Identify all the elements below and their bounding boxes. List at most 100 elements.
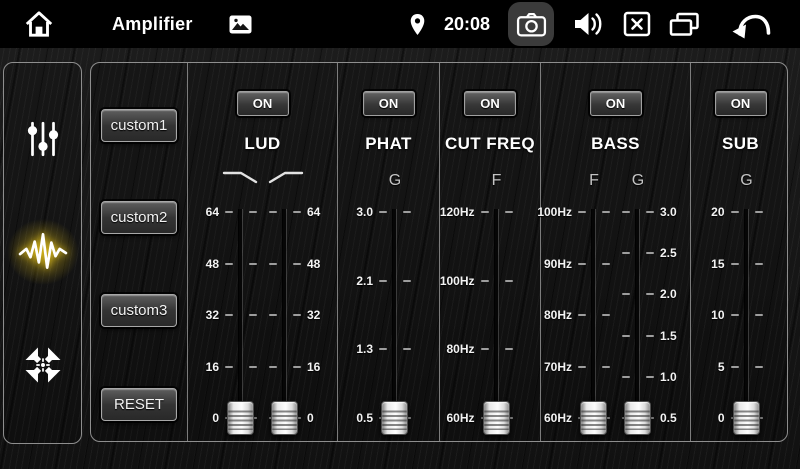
tick-mark — [481, 348, 489, 350]
tick-mark — [505, 211, 513, 213]
cut-freq-on-button[interactable]: ON — [464, 91, 516, 116]
tick-mark — [225, 263, 233, 265]
scale-label: 2.1 — [356, 274, 373, 288]
slider-track[interactable] — [239, 209, 242, 421]
preset-button-custom1[interactable]: custom1 — [101, 109, 177, 142]
slider-track[interactable] — [495, 209, 498, 421]
waveform-icon — [18, 230, 68, 274]
sidebar-item-sound-effects[interactable] — [17, 226, 69, 278]
tick-mark — [249, 263, 257, 265]
scale-label: 48 — [307, 257, 320, 271]
equalizer-icon — [22, 118, 64, 160]
slider-track[interactable] — [592, 209, 595, 421]
scale-label: 48 — [206, 257, 219, 271]
tick-mark — [269, 211, 277, 213]
scale-label: 16 — [206, 360, 219, 374]
scale-label: 3.0 — [660, 205, 677, 219]
tick-mark — [602, 314, 610, 316]
slider-track[interactable] — [393, 209, 396, 421]
scale-label: 20 — [711, 205, 724, 219]
camera-button[interactable] — [508, 2, 554, 46]
slider-thumb[interactable] — [580, 401, 607, 435]
tick-mark — [269, 366, 277, 368]
cut-freq-axis-label-f: F — [492, 172, 502, 190]
scale-label: 64 — [307, 205, 320, 219]
phat-on-button[interactable]: ON — [363, 91, 415, 116]
scale-label: 0 — [212, 411, 219, 425]
lud-title: LUD — [188, 134, 337, 154]
slider-thumb[interactable] — [624, 401, 651, 435]
preset-button-reset[interactable]: RESET — [101, 388, 177, 421]
lud-on-button[interactable]: ON — [237, 91, 289, 116]
tick-mark — [578, 263, 586, 265]
speaker-balance-icon — [21, 343, 65, 387]
slider-thumb[interactable] — [271, 401, 298, 435]
camera-icon — [516, 11, 547, 38]
column-bass: ONBASSFG100Hz90Hz80Hz70Hz60Hz3.02.52.01.… — [541, 63, 691, 441]
preset-button-custom3[interactable]: custom3 — [101, 294, 177, 327]
tick-mark — [731, 314, 739, 316]
tick-mark — [731, 211, 739, 213]
scale-label: 80Hz — [446, 342, 474, 356]
scale-label: 5 — [718, 360, 725, 374]
slider-thumb[interactable] — [381, 401, 408, 435]
slider-thumb[interactable] — [733, 401, 760, 435]
tick-mark — [379, 348, 387, 350]
tick-mark — [269, 314, 277, 316]
scale-label: 0.5 — [356, 411, 373, 425]
bass-axis-label-f: F — [589, 172, 599, 190]
cut-freq-slider-1[interactable]: 120Hz100Hz80Hz60Hz — [457, 212, 537, 418]
scale-label: 100Hz — [537, 205, 572, 219]
bass-slider-2[interactable]: 3.02.52.01.51.00.5 — [598, 212, 678, 418]
tick-mark — [755, 263, 763, 265]
close-app-button[interactable] — [623, 10, 651, 38]
tick-mark — [481, 211, 489, 213]
slider-thumb[interactable] — [483, 401, 510, 435]
recent-apps-button[interactable] — [669, 11, 700, 38]
sub-axis-label-g: G — [740, 172, 752, 190]
tick-mark — [731, 263, 739, 265]
scale-label: 1.5 — [660, 329, 677, 343]
sub-slider-1[interactable]: 20151050 — [707, 212, 787, 418]
tick-mark — [293, 366, 301, 368]
windows-icon — [669, 11, 700, 38]
tick-mark — [403, 280, 411, 282]
volume-button[interactable] — [572, 9, 605, 39]
tick-mark — [379, 211, 387, 213]
bass-on-button[interactable]: ON — [590, 91, 642, 116]
lud-slider-2[interactable]: 644832160 — [245, 212, 325, 418]
back-button[interactable] — [732, 8, 772, 40]
scale-label: 0 — [718, 411, 725, 425]
sidebar — [3, 62, 82, 444]
sidebar-item-equalizer[interactable] — [17, 113, 69, 165]
tick-mark — [403, 348, 411, 350]
scale-label: 3.0 — [356, 205, 373, 219]
sidebar-item-speaker-balance[interactable] — [17, 339, 69, 391]
lowpass-curve-icon — [221, 169, 261, 190]
status-bar: Amplifier 20:08 — [0, 0, 800, 48]
sub-on-button[interactable]: ON — [715, 91, 767, 116]
tick-mark — [622, 252, 630, 254]
presets-column: custom1 custom2 custom3 RESET — [91, 63, 188, 441]
slider-track[interactable] — [283, 209, 286, 421]
tick-mark — [293, 314, 301, 316]
amp-columns: ONLUD644832160644832160ONPHATG3.02.11.30… — [188, 63, 790, 441]
wallpaper-button[interactable] — [229, 15, 252, 34]
volume-icon — [572, 9, 605, 39]
slider-thumb[interactable] — [227, 401, 254, 435]
highpass-curve-icon — [265, 169, 305, 190]
slider-track[interactable] — [745, 209, 748, 421]
tick-mark — [578, 366, 586, 368]
cut-freq-title: CUT FREQ — [440, 134, 540, 154]
tick-mark — [622, 335, 630, 337]
back-arrow-icon — [732, 8, 772, 40]
scale-label: 100Hz — [440, 274, 475, 288]
phat-slider-1[interactable]: 3.02.11.30.5 — [355, 212, 435, 418]
tick-mark — [646, 376, 654, 378]
scale-label: 10 — [711, 308, 724, 322]
column-cut-freq: ON CUT FREQ F 120Hz100Hz80Hz60Hz — [440, 63, 541, 441]
preset-button-custom2[interactable]: custom2 — [101, 201, 177, 234]
column-phat: ONPHATG3.02.11.30.5 — [338, 63, 440, 441]
home-button[interactable] — [22, 7, 56, 41]
slider-track[interactable] — [636, 209, 639, 421]
